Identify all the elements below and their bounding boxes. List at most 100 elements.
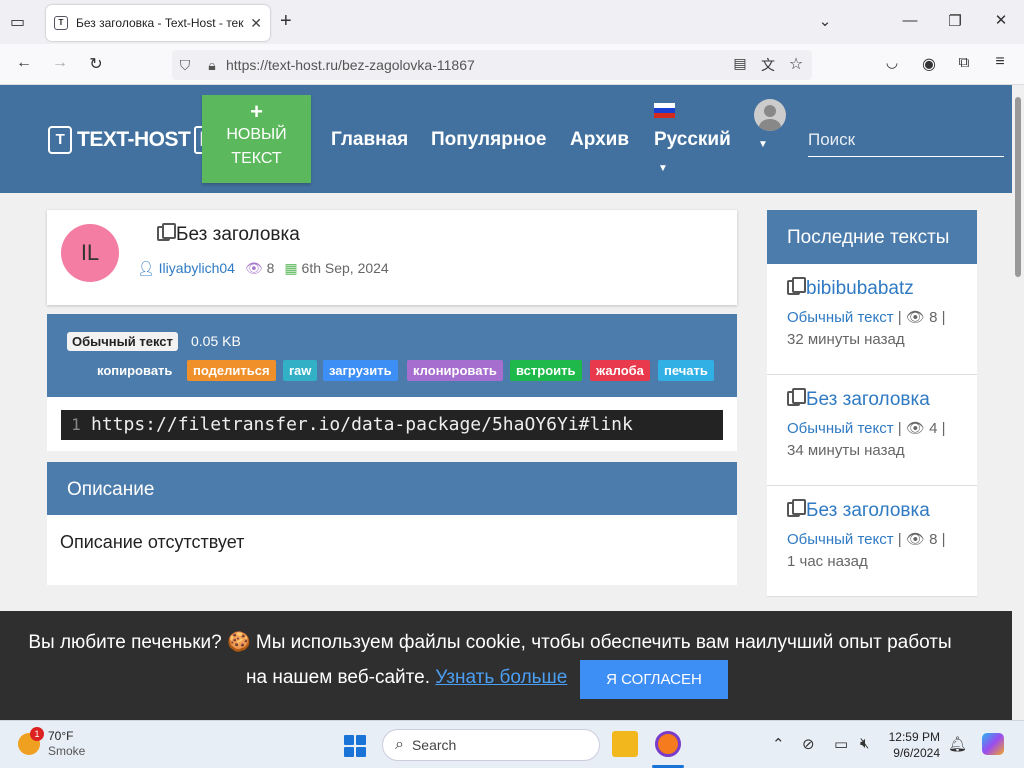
view-count: 8: [266, 260, 275, 276]
shield-icon[interactable]: ⛉: [172, 57, 198, 74]
search-icon: ⌕: [395, 736, 404, 753]
recent-text-type[interactable]: Обычный текст: [787, 420, 894, 437]
file-explorer-icon[interactable]: [612, 731, 638, 757]
raw-button[interactable]: raw: [283, 360, 318, 381]
logo-text: TEXT-HOST: [77, 128, 191, 151]
recent-text-item[interactable]: Без заголовка Обычный текст | 👁︎ 8 | 1 ча…: [767, 486, 977, 597]
author-avatar[interactable]: IL: [61, 224, 119, 282]
scrollbar-thumb[interactable]: [1015, 97, 1021, 277]
recent-texts-header: Последние тексты: [767, 210, 977, 264]
eye-icon: 👁︎: [244, 260, 263, 276]
recent-text-type[interactable]: Обычный текст: [787, 531, 894, 548]
recent-text-views: 4: [929, 420, 938, 437]
clock-date: 9/6/2024: [893, 746, 940, 760]
new-tab-button[interactable]: +: [280, 10, 292, 33]
calendar-icon: ▦: [284, 260, 298, 276]
document-icon: [787, 499, 806, 517]
browser-tab-bar: ▭ T Без заголовка - Text-Host - тек ✕ + …: [0, 0, 1024, 44]
text-size: 0.05 KB: [191, 333, 241, 349]
embed-button[interactable]: встроить: [510, 360, 582, 381]
taskbar-search[interactable]: ⌕ Search: [382, 729, 600, 761]
post-date: 6th Sep, 2024: [301, 260, 389, 276]
eye-icon: 👁︎: [905, 420, 925, 437]
recent-text-time: 32 минуты назад: [787, 331, 905, 348]
extensions-icon[interactable]: ⧉: [953, 54, 975, 71]
minimize-button[interactable]: —: [895, 12, 925, 29]
reload-icon[interactable]: ↻: [85, 54, 107, 74]
code-toolbar: Обычный текст 0.05 KB копировать поделит…: [47, 314, 737, 397]
post-title: Без заголовка: [157, 223, 300, 246]
search-input[interactable]: [808, 123, 1004, 157]
new-text-label-1: НОВЫЙ: [226, 126, 287, 143]
author-link[interactable]: 👤︎ Iliyabylich04: [137, 260, 235, 277]
report-button[interactable]: жалоба: [590, 360, 650, 381]
taskbar-search-label: Search: [411, 737, 457, 753]
eye-icon: 👁︎: [905, 309, 925, 326]
language-caret-icon[interactable]: ▼: [658, 163, 668, 174]
print-button[interactable]: печать: [658, 360, 714, 381]
document-icon: [157, 223, 176, 241]
url-text[interactable]: https://text-host.ru/bez-zagolovka-11867: [226, 57, 475, 73]
author-name[interactable]: Iliyabylich04: [159, 260, 235, 276]
volume-muted-icon[interactable]: 🔇︎: [860, 735, 869, 752]
text-type-badge: Обычный текст: [67, 332, 178, 351]
recent-text-title[interactable]: Без заголовка: [806, 389, 930, 410]
menu-icon[interactable]: ≡: [989, 53, 1011, 71]
cookie-banner: Вы любите печеньки? 🍪 Мы используем файл…: [0, 611, 1012, 720]
tab-overview-icon[interactable]: ▭: [10, 12, 25, 32]
line-number: 1: [71, 415, 81, 434]
translate-icon[interactable]: 文: [757, 55, 779, 75]
reader-view-icon[interactable]: ▤: [729, 55, 751, 72]
notifications-bell-icon[interactable]: 🔔︎: [948, 735, 967, 753]
copilot-icon[interactable]: [982, 733, 1004, 755]
weather-badge: 1: [30, 727, 44, 741]
close-tab-icon[interactable]: ✕: [250, 15, 262, 32]
url-bar[interactable]: ⛉ 🔒︎ https://text-host.ru/bez-zagolovka-…: [172, 50, 812, 80]
nav-archive[interactable]: Архив: [570, 129, 629, 151]
tab-title: Без заголовка - Text-Host - тек: [76, 16, 244, 30]
system-clock[interactable]: 12:59 PM 9/6/2024: [888, 729, 940, 761]
recent-text-type[interactable]: Обычный текст: [787, 309, 894, 326]
network-off-icon[interactable]: ⊘: [802, 735, 815, 753]
recent-text-title[interactable]: bibibubabatz: [806, 278, 914, 299]
code-line[interactable]: https://filetransfer.io/data-package/5ha…: [91, 414, 633, 435]
page-scrollbar[interactable]: [1012, 85, 1024, 720]
user-menu-caret-icon[interactable]: ▼: [758, 139, 768, 150]
account-icon[interactable]: ◉: [918, 54, 940, 74]
download-button[interactable]: загрузить: [323, 360, 398, 381]
browser-tab[interactable]: T Без заголовка - Text-Host - тек ✕: [46, 5, 270, 41]
windows-start-icon[interactable]: [344, 735, 366, 757]
clone-button[interactable]: клонировать: [407, 360, 503, 381]
show-hidden-icons-icon[interactable]: ⌃: [772, 735, 785, 753]
nav-language[interactable]: Русский: [654, 129, 731, 151]
cookie-agree-button[interactable]: Я СОГЛАСЕН: [580, 660, 728, 699]
recent-text-time: 34 минуты назад: [787, 442, 905, 459]
tab-list-chevron-icon[interactable]: ⌄: [810, 12, 840, 30]
nav-home[interactable]: Главная: [331, 129, 408, 151]
recent-text-item[interactable]: bibibubabatz Обычный текст | 👁︎ 8 | 32 ми…: [767, 264, 977, 375]
back-icon[interactable]: ←: [13, 54, 35, 72]
copy-button[interactable]: копировать: [91, 360, 179, 381]
learn-more-link[interactable]: Узнать больше: [435, 667, 567, 688]
share-button[interactable]: поделиться: [187, 360, 276, 381]
firefox-icon[interactable]: [655, 731, 681, 757]
display-icon[interactable]: ▭: [834, 735, 848, 753]
bookmark-star-icon[interactable]: ☆: [785, 54, 807, 74]
code-panel: 1 https://filetransfer.io/data-package/5h…: [47, 397, 737, 451]
site-header: T TEXT-HOST RU + НОВЫЙ ТЕКСТ Главная Поп…: [0, 85, 1012, 193]
code-block[interactable]: 1 https://filetransfer.io/data-package/5h…: [61, 410, 723, 440]
recent-text-title[interactable]: Без заголовка: [806, 500, 930, 521]
new-text-button[interactable]: + НОВЫЙ ТЕКСТ: [202, 95, 311, 183]
windows-taskbar: 1 70°F Smoke ⌕ Search ⌃ ⊘ ▭ 🔇︎ 12:59 PM 9…: [0, 720, 1024, 768]
pocket-icon[interactable]: ◡: [881, 54, 903, 71]
forward-icon[interactable]: →: [49, 54, 71, 72]
close-window-button[interactable]: ✕: [986, 11, 1016, 29]
user-avatar[interactable]: [754, 99, 786, 131]
lock-icon[interactable]: 🔒︎: [198, 57, 226, 74]
maximize-button[interactable]: ❐: [940, 12, 970, 30]
recent-text-item[interactable]: Без заголовка Обычный текст | 👁︎ 4 | 34 м…: [767, 375, 977, 486]
post-title-card: IL Без заголовка 👤︎ Iliyabylich04 👁︎ 8 ▦…: [47, 210, 737, 305]
nav-popular[interactable]: Популярное: [431, 129, 546, 151]
weather-widget[interactable]: 1 70°F Smoke: [18, 727, 85, 759]
description-body: Описание отсутствует: [47, 515, 737, 585]
